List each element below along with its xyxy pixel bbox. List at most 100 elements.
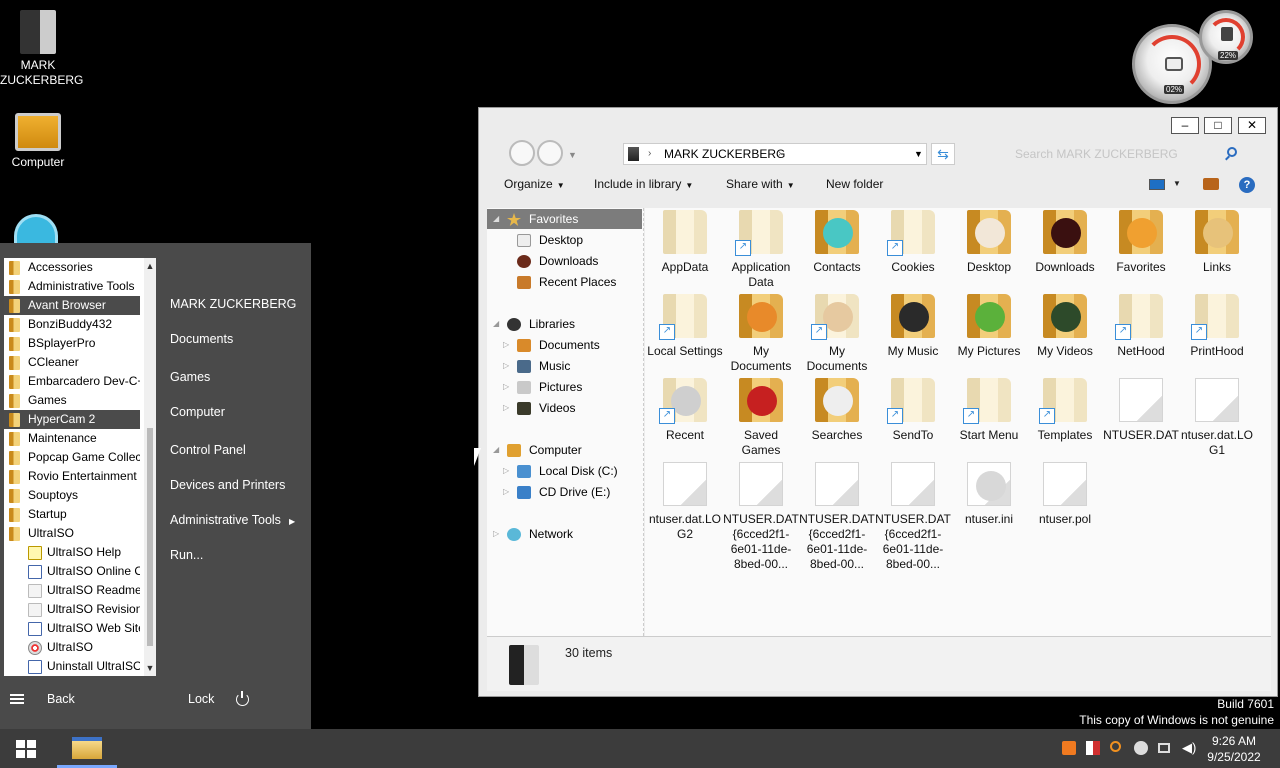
programs-scrollbar[interactable]: ▲ ▼ xyxy=(144,258,156,676)
program-item[interactable]: Avant Browser xyxy=(4,296,140,315)
xampp-tray-icon[interactable] xyxy=(1062,741,1076,755)
recent-pages-dropdown[interactable]: ▼ xyxy=(568,150,577,160)
power-icon[interactable] xyxy=(236,691,249,706)
file-item[interactable]: PrintHood xyxy=(1179,294,1255,359)
back-nav-button[interactable] xyxy=(509,140,535,166)
preview-pane-icon[interactable] xyxy=(1203,178,1219,190)
program-item[interactable]: Accessories xyxy=(4,258,140,277)
file-item[interactable]: ntuser.pol xyxy=(1027,462,1103,527)
search-icon[interactable] xyxy=(1227,147,1237,157)
file-item[interactable]: Local Settings xyxy=(647,294,723,359)
file-item[interactable]: My Documents xyxy=(799,294,875,374)
program-item[interactable]: Uninstall UltraISO xyxy=(4,657,140,676)
program-item[interactable]: Games xyxy=(4,391,140,410)
search-tray-icon[interactable] xyxy=(1110,741,1121,752)
start-menu-link[interactable]: Documents xyxy=(170,332,233,346)
file-item[interactable]: ntuser.ini xyxy=(951,462,1027,527)
forward-nav-button[interactable] xyxy=(537,140,563,166)
chevron-down-icon[interactable]: ▼ xyxy=(1173,179,1181,188)
start-menu-link[interactable]: Games xyxy=(170,370,210,384)
program-item[interactable]: HyperCam 2 xyxy=(4,410,140,429)
search-input[interactable]: Search MARK ZUCKERBERG xyxy=(1009,143,1249,165)
file-item[interactable]: Searches xyxy=(799,378,875,443)
new-folder-button[interactable]: New folder xyxy=(826,177,883,191)
program-item[interactable]: Rovio Entertainment xyxy=(4,467,140,486)
minimize-button[interactable]: – xyxy=(1171,117,1199,134)
usb-tray-icon[interactable] xyxy=(1158,743,1170,753)
lock-button[interactable]: Lock xyxy=(188,692,214,706)
action-center-flag-icon[interactable] xyxy=(1086,741,1100,755)
program-item[interactable]: UltraISO Online Order xyxy=(4,562,140,581)
start-menu-link[interactable]: Computer xyxy=(170,405,225,419)
file-item[interactable]: NTUSER.DAT{6cced2f1-6e01-11de-8bed-00... xyxy=(799,462,875,572)
file-item[interactable]: ntuser.dat.LOG2 xyxy=(647,462,723,542)
desktop-icon-partial[interactable] xyxy=(14,214,58,244)
start-menu-link[interactable]: Administrative Tools xyxy=(170,513,281,527)
program-item[interactable]: CCleaner xyxy=(4,353,140,372)
file-item[interactable]: My Music xyxy=(875,294,951,359)
start-button[interactable] xyxy=(16,740,36,758)
desktop-icon-user[interactable]: MARK ZUCKERBERG xyxy=(0,10,83,88)
address-path[interactable]: MARK ZUCKERBERG xyxy=(664,144,785,164)
address-dropdown[interactable]: ▼ xyxy=(914,144,923,164)
file-item[interactable]: Application Data xyxy=(723,210,799,290)
program-item[interactable]: Administrative Tools xyxy=(4,277,140,296)
program-item[interactable]: UltraISO Revision History xyxy=(4,600,140,619)
file-item[interactable]: Cookies xyxy=(875,210,951,275)
file-item[interactable]: SendTo xyxy=(875,378,951,443)
file-item[interactable]: My Videos xyxy=(1027,294,1103,359)
program-item[interactable]: UltraISO xyxy=(4,638,140,657)
smiley-tray-icon[interactable] xyxy=(1134,741,1148,755)
organize-button[interactable]: Organize ▼ xyxy=(504,177,565,191)
file-item[interactable]: Templates xyxy=(1027,378,1103,443)
file-item[interactable]: NTUSER.DAT xyxy=(1103,378,1179,443)
file-item[interactable]: NTUSER.DAT{6cced2f1-6e01-11de-8bed-00... xyxy=(723,462,799,572)
help-icon[interactable]: ? xyxy=(1239,177,1255,193)
program-item[interactable]: Embarcadero Dev-C++ xyxy=(4,372,140,391)
start-menu-link[interactable]: MARK ZUCKERBERG xyxy=(170,297,296,311)
maximize-button[interactable]: □ xyxy=(1204,117,1232,134)
file-item[interactable]: AppData xyxy=(647,210,723,275)
address-bar[interactable]: › MARK ZUCKERBERG › ▼ xyxy=(623,143,927,165)
file-item[interactable]: NetHood xyxy=(1103,294,1179,359)
program-item[interactable]: Souptoys xyxy=(4,486,140,505)
chevron-up-icon[interactable]: ▲ xyxy=(144,260,156,272)
file-item[interactable]: Desktop xyxy=(951,210,1027,275)
program-item[interactable]: Startup xyxy=(4,505,140,524)
change-view-icon[interactable] xyxy=(1149,179,1165,190)
file-item[interactable]: Contacts xyxy=(799,210,875,275)
memory-meter-gadget[interactable]: 22% xyxy=(1199,10,1253,64)
volume-icon[interactable]: ◀) xyxy=(1182,741,1196,755)
file-item[interactable]: NTUSER.DAT{6cced2f1-6e01-11de-8bed-00... xyxy=(875,462,951,572)
file-item[interactable]: Start Menu xyxy=(951,378,1027,443)
folder-icon xyxy=(815,210,859,254)
file-item[interactable]: My Pictures xyxy=(951,294,1027,359)
file-item[interactable]: Recent xyxy=(647,378,723,443)
share-with-button[interactable]: Share with ▼ xyxy=(726,177,795,191)
program-item[interactable]: BSplayerPro xyxy=(4,334,140,353)
program-item[interactable]: UltraISO Readme xyxy=(4,581,140,600)
program-item[interactable]: UltraISO xyxy=(4,524,140,543)
program-item[interactable]: UltraISO Web Site xyxy=(4,619,140,638)
include-in-library-button[interactable]: Include in library ▼ xyxy=(594,177,693,191)
file-item[interactable]: Favorites xyxy=(1103,210,1179,275)
refresh-button[interactable]: ⇆ xyxy=(931,143,955,165)
program-item[interactable]: Popcap Game Collection xyxy=(4,448,140,467)
file-item[interactable]: ntuser.dat.LOG1 xyxy=(1179,378,1255,458)
chevron-down-icon[interactable]: ▼ xyxy=(144,662,156,674)
file-item[interactable]: Saved Games xyxy=(723,378,799,458)
desktop-icon-computer[interactable]: Computer xyxy=(0,113,76,170)
program-item[interactable]: UltraISO Help xyxy=(4,543,140,562)
start-menu-link[interactable]: Control Panel xyxy=(170,443,246,457)
system-clock[interactable]: 9:26 AM 9/25/2022 xyxy=(1200,733,1268,765)
file-item[interactable]: Links xyxy=(1179,210,1255,275)
file-item[interactable]: Downloads xyxy=(1027,210,1103,275)
scrollbar-thumb[interactable] xyxy=(147,428,153,646)
start-menu-link[interactable]: Run... xyxy=(170,548,203,562)
file-item[interactable]: My Documents xyxy=(723,294,799,374)
start-menu-link[interactable]: Devices and Printers xyxy=(170,478,285,492)
taskbar-explorer-button[interactable] xyxy=(57,729,117,768)
close-button[interactable]: ✕ xyxy=(1238,117,1266,134)
program-item[interactable]: BonziBuddy432 xyxy=(4,315,140,334)
program-item[interactable]: Maintenance xyxy=(4,429,140,448)
